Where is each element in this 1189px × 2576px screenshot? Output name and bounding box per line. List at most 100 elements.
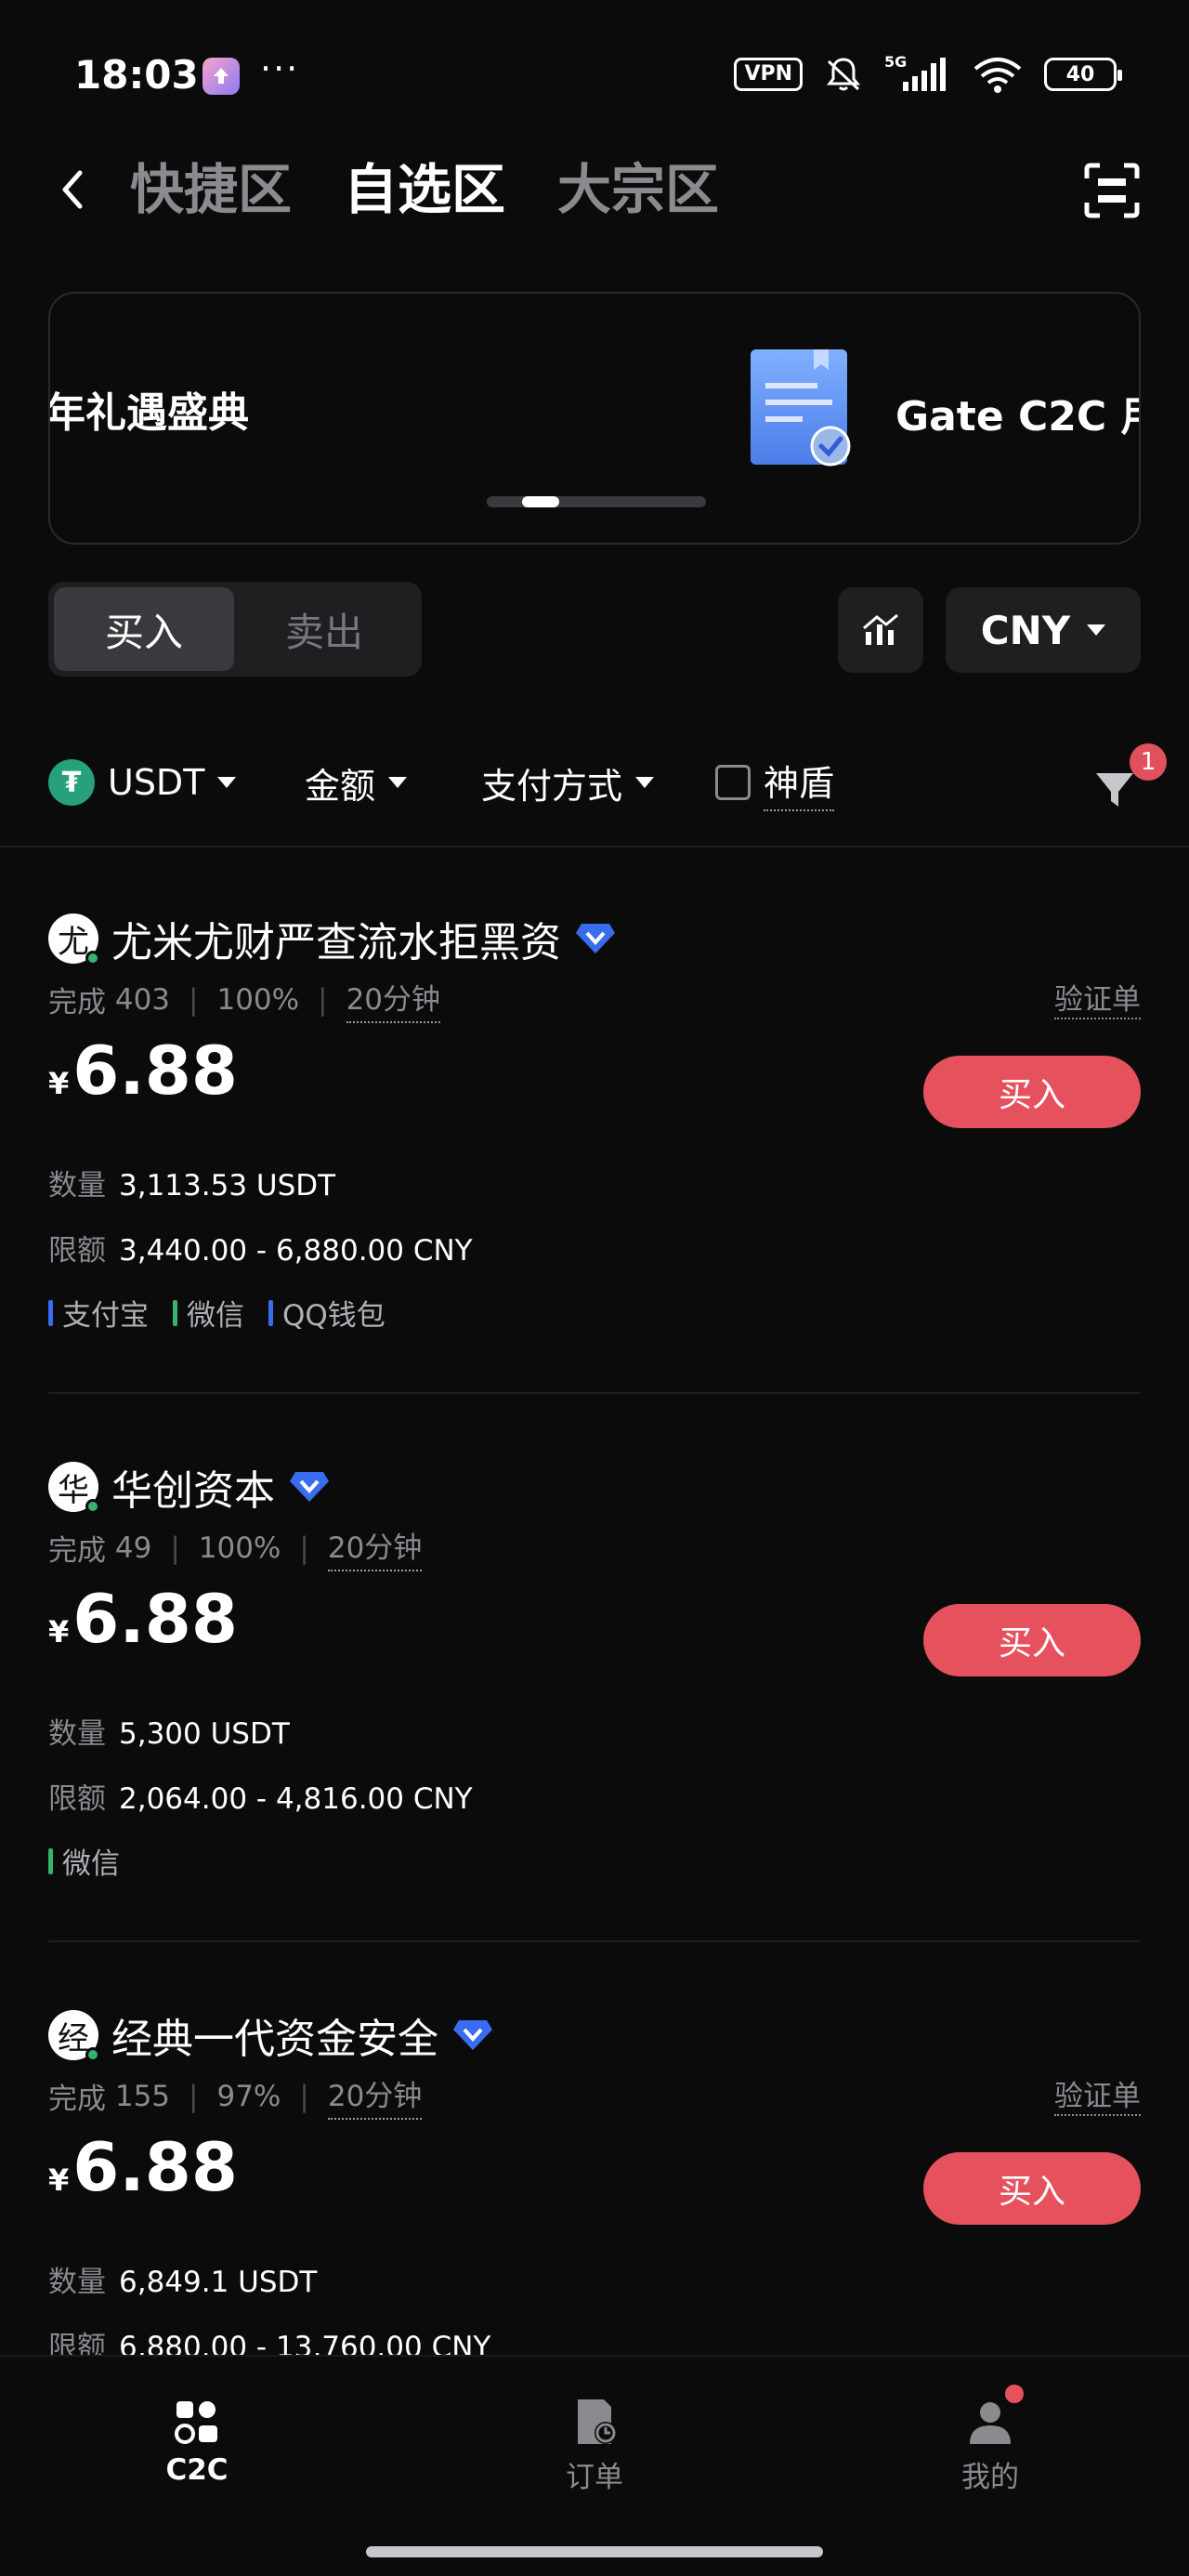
orders-icon	[578, 2399, 617, 2444]
quantity-row: 数量 5,300 USDT	[48, 1717, 290, 1751]
payment-method-wechat: 微信	[173, 1292, 244, 1334]
merchant-stats: 完成 403 | 100% | 20分钟	[48, 976, 441, 1023]
verified-diamond-icon	[290, 1472, 329, 1502]
zone-tabs: 快捷区 自选区 大宗区	[130, 152, 719, 227]
currency-label: CNY	[980, 607, 1071, 653]
caret-down-icon	[217, 777, 237, 788]
merchant-name[interactable]: 尤米尤财严查流水拒黑资	[111, 909, 561, 968]
release-time: 20分钟	[327, 1524, 423, 1571]
chart-icon	[863, 613, 898, 645]
nav-c2c[interactable]: C2C	[104, 2396, 290, 2487]
sell-toggle-button[interactable]: 卖出	[234, 587, 414, 671]
coin-filter[interactable]: ₮ USDT	[48, 756, 237, 808]
amount-filter[interactable]: 金额	[305, 756, 408, 808]
limit-row: 限额 3,440.00 - 6,880.00 CNY	[48, 1234, 473, 1268]
scan-icon[interactable]	[1083, 162, 1141, 219]
online-status-dot	[85, 951, 100, 966]
limit-row: 限额 6,880.00 - 13,760.00 CNY	[48, 2331, 491, 2355]
verified-diamond-icon	[453, 2020, 492, 2050]
release-time: 20分钟	[346, 976, 441, 1023]
bottom-nav: C2C 订单 我的	[0, 2355, 1189, 2576]
merchant-avatar[interactable]: 尤	[48, 913, 100, 966]
payment-filter[interactable]: 支付方式	[481, 756, 655, 808]
currency-select[interactable]: CNY	[946, 587, 1141, 673]
back-arrow-icon[interactable]	[48, 162, 95, 217]
completion-rate: 100%	[216, 982, 300, 1017]
completed-orders: 155	[114, 2079, 171, 2113]
verify-order-link[interactable]: 验证单	[1054, 2072, 1141, 2116]
merchant-stats: 完成 49 | 100% | 20分钟	[48, 1524, 423, 1571]
nav-mine[interactable]: 我的	[897, 2396, 1083, 2495]
buy-toggle-button[interactable]: 买入	[54, 587, 234, 671]
mute-bell-icon	[826, 58, 861, 91]
completion-rate: 100%	[198, 1531, 281, 1565]
online-status-dot	[85, 2047, 100, 2062]
vpn-icon: VPN	[734, 58, 803, 91]
buy-button[interactable]: 买入	[923, 1604, 1141, 1676]
buy-button[interactable]: 买入	[923, 1056, 1141, 1128]
filter-count-badge: 1	[1130, 743, 1167, 781]
ad-listing: 尤 尤米尤财严查流水拒黑资 完成 403 | 100% | 20分钟 验证单 ¥…	[48, 909, 1141, 1394]
nav-orders[interactable]: 订单	[502, 2396, 687, 2495]
chart-button[interactable]	[838, 587, 923, 673]
price: ¥6.88	[48, 1580, 238, 1658]
merchant-name[interactable]: 经典一代资金安全	[111, 2005, 438, 2065]
payment-method-qqwallet: QQ钱包	[268, 1292, 385, 1334]
document-check-icon	[751, 349, 851, 467]
notification-dot	[1005, 2385, 1024, 2403]
ad-listing: 经 经典一代资金安全 完成 155 | 97% | 20分钟 验证单 ¥6.88…	[48, 2005, 1141, 2355]
payment-methods: 支付宝 微信 QQ钱包	[48, 1292, 385, 1334]
payment-filter-label: 支付方式	[481, 765, 623, 807]
promo-banner[interactable]: 年礼遇盛典 Gate C2C 用户	[48, 292, 1141, 545]
online-status-dot	[85, 1499, 100, 1514]
quantity-row: 数量 6,849.1 USDT	[48, 2266, 318, 2299]
svg-text:5G: 5G	[884, 54, 907, 71]
merchant-avatar[interactable]: 华	[48, 1462, 100, 1514]
tab-quick-zone[interactable]: 快捷区	[130, 152, 292, 227]
wifi-icon	[973, 58, 1022, 93]
cellular-signal-icon: 5G	[884, 54, 946, 91]
coin-filter-label: USDT	[108, 762, 205, 803]
c2c-icon	[175, 2401, 217, 2444]
buy-button[interactable]: 买入	[923, 2152, 1141, 2225]
completed-orders: 403	[114, 982, 171, 1017]
verify-order-link[interactable]: 验证单	[1054, 976, 1141, 1019]
price: ¥6.88	[48, 2128, 238, 2206]
shield-checkbox[interactable]	[715, 765, 751, 800]
filter-bar: ₮ USDT 金额 支付方式 神盾 1	[0, 743, 1189, 848]
banner-text-left: 年礼遇盛典	[48, 389, 249, 437]
shield-filter[interactable]: 神盾	[715, 755, 835, 811]
shield-label: 神盾	[764, 755, 835, 811]
app-notification-icon	[203, 58, 240, 95]
payment-method-alipay: 支付宝	[48, 1292, 149, 1334]
merchant-name[interactable]: 华创资本	[111, 1457, 275, 1517]
nav-orders-label: 订单	[566, 2461, 623, 2494]
merchant-stats: 完成 155 | 97% | 20分钟	[48, 2072, 423, 2120]
caret-down-icon	[1087, 624, 1106, 636]
verified-diamond-icon	[576, 924, 615, 953]
quantity-row: 数量 3,113.53 USDT	[48, 1169, 336, 1203]
release-time: 20分钟	[327, 2072, 423, 2120]
amount-filter-label: 金额	[305, 765, 376, 807]
usdt-icon: ₮	[48, 759, 95, 806]
home-indicator[interactable]	[366, 2546, 823, 2557]
completed-orders: 49	[114, 1531, 152, 1565]
ad-listing: 华 华创资本 完成 49 | 100% | 20分钟 ¥6.88 买入 数量 5,…	[48, 1457, 1141, 1942]
limit-row: 限额 2,064.00 - 4,816.00 CNY	[48, 1782, 473, 1816]
tab-custom-zone[interactable]: 自选区	[344, 152, 505, 227]
profile-icon	[970, 2402, 1011, 2444]
banner-text-right: Gate C2C 用户	[895, 393, 1139, 440]
nav-c2c-label: C2C	[165, 2453, 229, 2487]
more-notifications-icon: ···	[260, 48, 300, 89]
completion-rate: 97%	[216, 2079, 281, 2113]
tab-bulk-zone[interactable]: 大宗区	[557, 152, 719, 227]
status-bar: 18:03 ··· VPN 5G 40	[0, 0, 1189, 139]
nav-mine-label: 我的	[961, 2461, 1019, 2494]
merchant-avatar[interactable]: 经	[48, 2010, 100, 2062]
banner-pagination	[487, 496, 706, 507]
divider	[48, 1392, 1141, 1394]
payment-method-wechat: 微信	[48, 1840, 120, 1882]
price: ¥6.88	[48, 1032, 238, 1110]
caret-down-icon	[388, 777, 408, 788]
divider	[48, 1940, 1141, 1942]
